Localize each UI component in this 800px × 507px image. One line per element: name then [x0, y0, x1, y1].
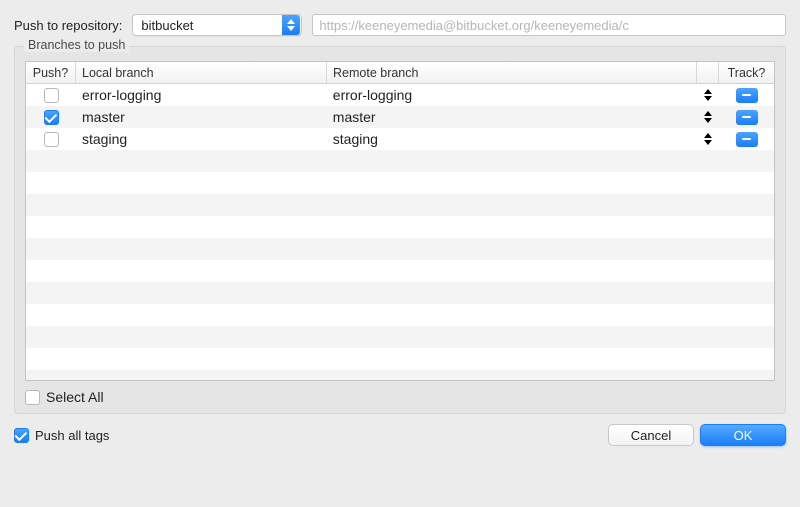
table-row — [26, 348, 774, 370]
cancel-button[interactable]: Cancel — [608, 424, 694, 446]
repository-url-value: https://keeneyemedia@bitbucket.org/keene… — [319, 18, 629, 33]
sort-stepper-icon[interactable] — [704, 89, 712, 101]
branches-table: Push? Local branch Remote branch Track? … — [25, 61, 775, 381]
table-row — [26, 216, 774, 238]
push-checkbox[interactable] — [44, 110, 59, 125]
repository-select[interactable]: bitbucket — [132, 14, 302, 36]
sort-stepper-icon[interactable] — [704, 133, 712, 145]
repository-url-field[interactable]: https://keeneyemedia@bitbucket.org/keene… — [312, 14, 786, 36]
track-toggle[interactable] — [736, 110, 758, 125]
table-row — [26, 260, 774, 282]
remote-branch-cell[interactable]: staging — [327, 128, 697, 150]
table-row[interactable]: error-loggingerror-logging — [26, 84, 774, 106]
select-updown-icon — [282, 15, 300, 35]
table-row — [26, 172, 774, 194]
push-checkbox[interactable] — [44, 88, 59, 103]
remote-branch-cell[interactable]: master — [327, 106, 697, 128]
repository-select-value: bitbucket — [141, 18, 282, 33]
branches-group: Branches to push Push? Local branch Remo… — [14, 46, 786, 414]
branches-table-body: error-loggingerror-loggingmastermasterst… — [26, 84, 774, 380]
col-header-sort — [697, 62, 719, 83]
table-row[interactable]: stagingstaging — [26, 128, 774, 150]
col-header-push[interactable]: Push? — [26, 62, 76, 83]
table-row — [26, 238, 774, 260]
local-branch-cell: staging — [76, 128, 327, 150]
table-row — [26, 194, 774, 216]
table-row — [26, 282, 774, 304]
branches-table-header: Push? Local branch Remote branch Track? — [26, 62, 774, 84]
select-all-checkbox[interactable] — [25, 390, 40, 405]
track-toggle[interactable] — [736, 88, 758, 103]
sort-stepper-icon[interactable] — [704, 111, 712, 123]
local-branch-cell: master — [76, 106, 327, 128]
push-checkbox[interactable] — [44, 132, 59, 147]
push-all-tags-label: Push all tags — [35, 428, 109, 443]
push-to-repo-label: Push to repository: — [14, 18, 122, 33]
select-all-label: Select All — [46, 389, 104, 405]
branches-group-title: Branches to push — [24, 38, 129, 52]
table-row — [26, 150, 774, 172]
table-row — [26, 370, 774, 380]
remote-branch-cell[interactable]: error-logging — [327, 84, 697, 106]
track-toggle[interactable] — [736, 132, 758, 147]
table-row[interactable]: mastermaster — [26, 106, 774, 128]
col-header-track[interactable]: Track? — [719, 62, 774, 83]
col-header-local[interactable]: Local branch — [76, 62, 327, 83]
local-branch-cell: error-logging — [76, 84, 327, 106]
col-header-remote[interactable]: Remote branch — [327, 62, 697, 83]
table-row — [26, 326, 774, 348]
push-all-tags-checkbox[interactable] — [14, 428, 29, 443]
ok-button[interactable]: OK — [700, 424, 786, 446]
table-row — [26, 304, 774, 326]
